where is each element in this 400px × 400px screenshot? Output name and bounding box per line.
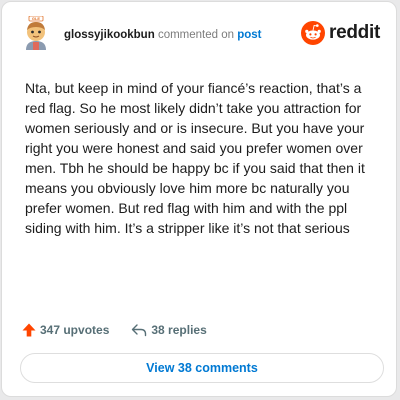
avatar[interactable]: GLE (20, 15, 52, 50)
avatar-image: GLE (26, 15, 46, 50)
commented-on-label: commented on (157, 29, 235, 41)
post-link[interactable]: post (237, 29, 261, 41)
replies-stat[interactable]: 38 replies (131, 323, 207, 337)
avatar-badge-text: GLE (32, 16, 41, 21)
reddit-snoo-icon (301, 21, 326, 45)
upvotes-count: 347 upvotes (40, 323, 110, 337)
reply-arrow-icon (132, 324, 147, 337)
upvote-arrow-icon (22, 323, 36, 337)
comment-header: GLE glossyjikookbun commented on post re… (20, 15, 380, 52)
username-link[interactable]: glossyjikookbun (64, 29, 155, 41)
comment-body: Nta, but keep in mind of your fiancé’s r… (25, 80, 365, 236)
view-comments-button[interactable]: View 38 comments (20, 353, 384, 383)
comment-stats: 347 upvotes 38 replies (22, 320, 207, 340)
upvotes-stat[interactable]: 347 upvotes (22, 323, 109, 337)
comment-card: GLE glossyjikookbun commented on post re… (1, 1, 397, 397)
reddit-logo[interactable]: reddit (301, 20, 380, 46)
reddit-wordmark: reddit (329, 22, 380, 43)
comment-byline: glossyjikookbun commented on post (64, 28, 262, 42)
replies-count: 38 replies (151, 323, 207, 337)
